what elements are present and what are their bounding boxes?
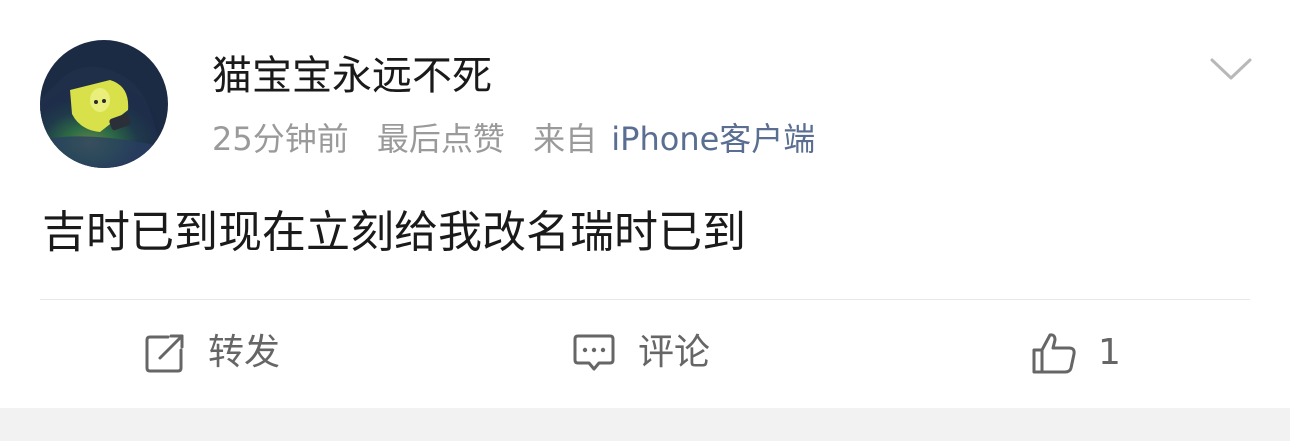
post-content: 吉时已到现在立刻给我改名瑞时已到 [42, 207, 746, 258]
repost-label: 转发 [208, 332, 281, 373]
comment-label: 评论 [638, 332, 711, 373]
bottom-bar [0, 408, 1290, 441]
like-button[interactable]: 1 [1030, 330, 1121, 376]
source-prefix: 来自 [533, 120, 598, 158]
username[interactable]: 猫宝宝永远不死 [212, 50, 492, 102]
last-action: 最后点赞 [376, 120, 505, 158]
post-card: 猫宝宝永远不死 25分钟前 最后点赞 来自 iPhone客户端 吉时已到现在立刻… [0, 0, 1290, 408]
avatar-image [40, 40, 168, 168]
comment-bubble-icon [573, 334, 615, 371]
thumbs-up-icon [1032, 333, 1076, 374]
post-time: 25分钟前 [212, 120, 349, 158]
avatar[interactable] [40, 40, 168, 168]
repost-button[interactable]: 转发 [144, 330, 280, 376]
chevron-down-icon[interactable] [1208, 56, 1254, 84]
divider [40, 299, 1250, 300]
like-count: 1 [1098, 332, 1121, 373]
comment-button[interactable]: 评论 [572, 330, 710, 376]
post-meta: 25分钟前 最后点赞 来自 iPhone客户端 [212, 118, 815, 160]
source-link[interactable]: iPhone客户端 [611, 118, 815, 160]
share-square-icon [145, 334, 184, 373]
